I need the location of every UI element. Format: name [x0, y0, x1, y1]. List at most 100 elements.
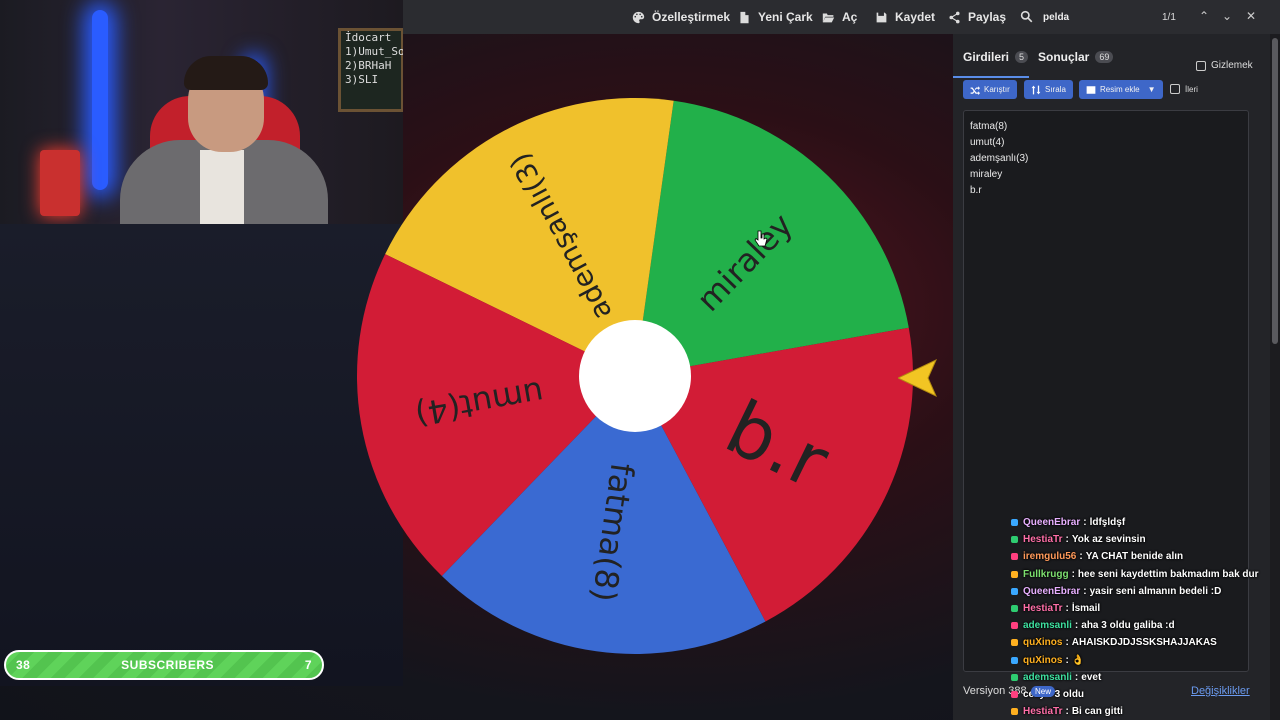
chat-username: quXinos [1023, 654, 1063, 666]
chat-message: ademsanli: aha 3 oldu galiba :d [1011, 617, 1280, 634]
save-button[interactable]: Kaydet [875, 10, 935, 24]
chat-username: quXinos [1023, 637, 1063, 649]
chat-badge-icon [1011, 690, 1018, 698]
search-next-button[interactable]: ⌄ [1222, 9, 1232, 23]
chat-username: ademsanli [1023, 671, 1072, 683]
chat-text: aha 3 oldu galiba :d [1081, 620, 1175, 632]
checkbox-icon [1196, 60, 1206, 71]
tab-results-label: Sonuçlar [1038, 50, 1090, 64]
entry-line: fatma(8) [970, 121, 1008, 132]
chat-message: QueenEbrar: yasir seni almanın bedeli :D [1011, 583, 1280, 600]
chat-badge-icon [1011, 656, 1018, 664]
chat-username: QueenEbrar [1023, 517, 1081, 529]
streamer-hair [184, 56, 268, 90]
customize-label: Özelleştirmek [652, 10, 731, 24]
chat-text: İsmail [1071, 603, 1101, 615]
mouse-cursor-icon [754, 230, 768, 253]
wheel-center-button[interactable] [579, 320, 691, 432]
new-wheel-button[interactable]: Yeni Çark [738, 10, 813, 24]
entry-line: b.r [970, 185, 982, 196]
add-image-label: Resim ekle [1100, 85, 1140, 94]
chat-separator: : [1065, 637, 1069, 649]
image-icon [1086, 85, 1096, 94]
chat-text: evet [1081, 671, 1102, 683]
chat-badge-icon [1011, 519, 1018, 527]
chat-message: quXinos: 👌 [1011, 652, 1280, 669]
chat-badge-icon [1011, 553, 1018, 561]
chat-badge-icon [1011, 673, 1018, 681]
add-image-button[interactable]: Resim ekle ▼ [1079, 80, 1163, 99]
shuffle-button[interactable]: Karıştır [963, 80, 1017, 99]
chat-text: 3 oldu [1054, 688, 1085, 700]
sort-label: Sırala [1045, 85, 1066, 94]
chat-text: Yok az sevinsin [1071, 534, 1146, 546]
search-icon-button[interactable] [1020, 10, 1033, 23]
new-wheel-label: Yeni Çark [758, 10, 813, 24]
chalkboard-line: İdocart [345, 31, 392, 44]
chat-badge-icon [1011, 536, 1018, 544]
chat-message: quXinos: AHAISKDJDJSSKSHAJJAKAS [1011, 634, 1280, 651]
advanced-checkbox[interactable]: İleri [1170, 84, 1198, 94]
chat-text: hee seni kaydettim bakmadım bak dur [1077, 568, 1259, 580]
scrollbar-thumb[interactable] [1272, 38, 1278, 344]
sort-button[interactable]: Sırala [1024, 80, 1073, 99]
chat-username: QueenEbrar [1023, 585, 1081, 597]
chevron-up-icon: ⌃ [1199, 9, 1210, 23]
palette-icon [632, 11, 645, 23]
chat-separator: : [1074, 671, 1079, 683]
checkbox-icon [1170, 84, 1180, 94]
hide-checkbox[interactable]: Gizlemek [1196, 60, 1253, 71]
tab-results[interactable]: Sonuçlar 69 [1038, 50, 1114, 64]
chalkboard-line: 2)BRHaH [345, 59, 392, 72]
shuffle-label: Karıştır [984, 85, 1010, 94]
chat-text: yasir seni almanın bedeli :D [1089, 585, 1222, 597]
folder-open-icon [822, 12, 835, 22]
chat-username: iremgulu56 [1023, 551, 1077, 563]
entry-line: ademşanlı(3) [970, 153, 1029, 164]
subscribers-label: SUBSCRIBERS [121, 658, 215, 672]
customize-button[interactable]: Özelleştirmek [632, 10, 730, 24]
spin-wheel[interactable]: miraley ademşanlı(3) umut(4) fatma(8) b.r [356, 97, 914, 655]
open-button[interactable]: Aç [822, 10, 857, 24]
red-lamp [40, 150, 80, 216]
chat-separator: : [1065, 706, 1069, 718]
pointer-arrow-icon [896, 358, 938, 398]
chat-message: HestiaTr: Bi can gitti [1011, 703, 1280, 720]
chat-text: YA CHAT benide alın [1085, 551, 1184, 563]
streamer-shirt [200, 150, 244, 224]
search-icon [1020, 10, 1033, 23]
wheel-svg[interactable]: miraleyademşanlı(3)umut(4)fatma(8)b.r [356, 97, 914, 655]
save-icon [876, 12, 887, 22]
chat-separator: : [1065, 654, 1069, 666]
chat-badge-icon [1011, 622, 1018, 630]
new-message-badge: New [1031, 686, 1056, 697]
chat-badge-icon [1011, 587, 1018, 595]
chat-badge-icon [1011, 639, 1018, 647]
file-icon [740, 11, 749, 23]
search-input[interactable]: pelda [1043, 12, 1069, 23]
chat-text: 👌 [1071, 654, 1085, 666]
chat-separator: : [1083, 585, 1087, 597]
chat-separator: : [1065, 603, 1069, 615]
chat-username: ademsanli [1023, 620, 1072, 632]
tab-entries[interactable]: Girdileri 5 [963, 50, 1029, 64]
hide-label: Gizlemek [1211, 60, 1253, 71]
entry-line: miraley [970, 169, 1003, 180]
search-prev-button[interactable]: ⌃ [1199, 9, 1209, 23]
search-match-count: 1/1 [1162, 12, 1176, 23]
share-label: Paylaş [968, 10, 1007, 24]
subscribers-remaining: 7 [304, 658, 312, 672]
chevron-down-icon: ⌄ [1222, 9, 1233, 23]
search-close-button[interactable]: ✕ [1246, 9, 1256, 23]
chat-separator: : [1071, 568, 1075, 580]
share-button[interactable]: Paylaş [948, 10, 1006, 24]
sort-icon [1031, 85, 1041, 94]
share-icon [949, 11, 960, 23]
chat-badge-icon [1011, 708, 1018, 716]
webcam-overlay: İdocart 1)Umut_So 2)BRHaH 3)SLI [0, 0, 403, 224]
chat-message: QueenEbrar: ldfşldşf [1011, 514, 1280, 531]
chat-message: iremgulu56: YA CHAT benide alın [1011, 548, 1280, 565]
tab-entries-label: Girdileri [963, 50, 1010, 64]
chat-username: Fullkrugg [1023, 568, 1069, 580]
stage-left-backdrop [0, 224, 403, 686]
